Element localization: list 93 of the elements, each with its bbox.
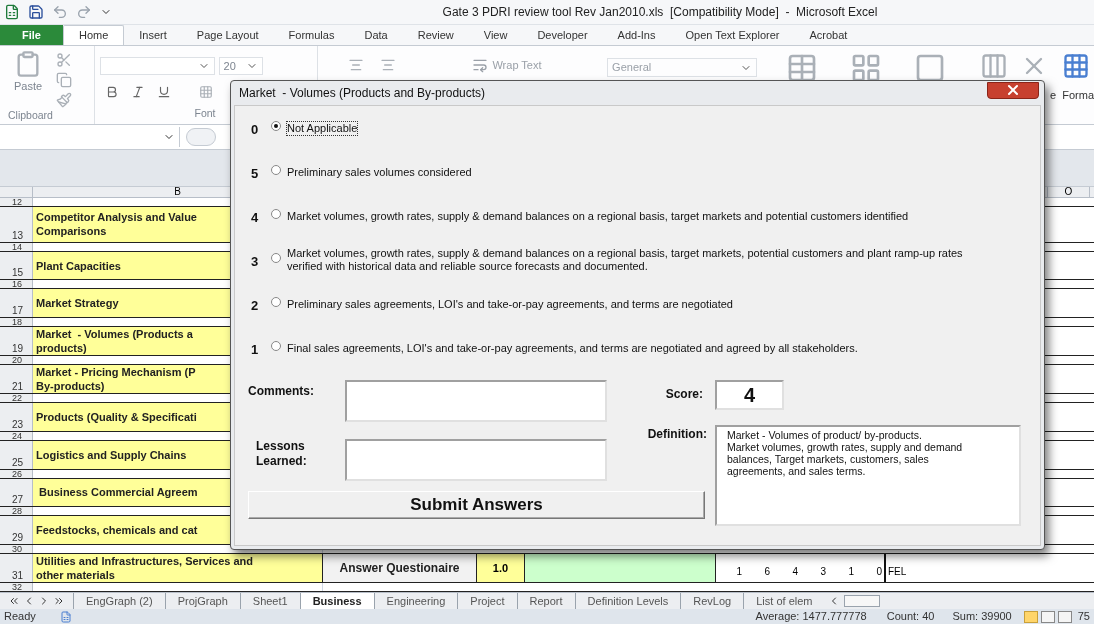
ribbon-tab[interactable]: View xyxy=(468,25,523,45)
status-count: Count: 40 xyxy=(886,609,935,624)
ribbon-tab[interactable]: Review xyxy=(402,25,469,45)
answer-questionaire-cell: Answer Questionaire xyxy=(323,554,477,582)
status-mode: Ready xyxy=(4,609,36,624)
row-number[interactable]: 29 xyxy=(12,532,24,545)
font-name-field[interactable] xyxy=(99,57,215,75)
format-label: Forma xyxy=(1062,88,1094,103)
view-button[interactable] xyxy=(1057,610,1072,623)
ribbon-tab[interactable]: Page Layout xyxy=(181,25,274,45)
row-number[interactable]: 21 xyxy=(12,381,24,394)
view-button[interactable] xyxy=(1023,610,1038,623)
option-score: 4 xyxy=(251,209,260,228)
row-number[interactable]: 25 xyxy=(12,456,24,469)
italic-icon[interactable] xyxy=(130,85,145,99)
table-cell-text: 1 xyxy=(848,565,854,579)
wrap-text-icon xyxy=(472,57,489,74)
underline-icon[interactable] xyxy=(156,85,171,99)
ribbon-tab[interactable]: Data xyxy=(349,25,403,45)
table-cell-text: 0 xyxy=(876,565,882,579)
comments-field[interactable] xyxy=(345,380,607,422)
sheet-tab[interactable]: Business xyxy=(299,593,374,609)
option-score: 3 xyxy=(251,253,260,272)
row-number[interactable]: 13 xyxy=(12,229,24,242)
radio-button[interactable] xyxy=(271,209,281,219)
table-cell-text: 3 xyxy=(820,565,826,579)
formula-button[interactable] xyxy=(186,128,216,146)
radio-button[interactable] xyxy=(271,341,281,351)
redo-icon[interactable] xyxy=(76,4,92,20)
align-icon[interactable] xyxy=(348,57,365,73)
table-cell-text: 4 xyxy=(792,565,798,579)
group-label: Font xyxy=(194,106,217,122)
submit-answers-button[interactable]: Submit Answers xyxy=(248,491,705,519)
ribbon-tab[interactable]: Developer xyxy=(522,25,603,45)
score-field: 4 xyxy=(715,380,784,410)
row-number[interactable]: 27 xyxy=(12,494,24,507)
row-number[interactable]: 31 xyxy=(12,570,24,582)
row-number[interactable]: 15 xyxy=(12,267,24,280)
column-header[interactable]: B xyxy=(174,187,181,197)
radio-button[interactable] xyxy=(271,165,281,175)
table-cell: Utilities and Infrastructures, Services and other materials xyxy=(33,554,323,582)
table-cell-text: 6 xyxy=(764,565,770,579)
last-sheet-icon[interactable] xyxy=(53,595,65,607)
row-number[interactable]: 17 xyxy=(12,305,24,318)
option-score: 2 xyxy=(251,297,260,316)
table-cell-text: FEL xyxy=(888,565,907,579)
close-icon xyxy=(1005,82,1021,98)
row-number[interactable]: 19 xyxy=(12,343,24,356)
close-button[interactable] xyxy=(987,81,1039,99)
option-label[interactable]: Preliminary sales volumes considered xyxy=(287,165,472,179)
save-icon[interactable] xyxy=(28,4,44,20)
zoom-level[interactable]: 75 xyxy=(1077,608,1090,624)
row-number[interactable]: 23 xyxy=(12,418,24,431)
option-score: 5 xyxy=(251,165,260,184)
undo-icon[interactable] xyxy=(52,4,68,20)
ribbon-label: e xyxy=(1050,88,1057,103)
group-label: Clipboard xyxy=(7,108,54,123)
option-score: 0 xyxy=(251,121,260,140)
cut-icon[interactable] xyxy=(56,52,72,68)
ribbon-tab[interactable]: Add-Ins xyxy=(602,25,671,45)
view-button[interactable] xyxy=(1040,610,1055,623)
excel-logo-icon xyxy=(4,4,20,20)
borders-icon[interactable] xyxy=(198,85,213,99)
file-tab[interactable]: File xyxy=(0,25,63,45)
dialog-title: Market - Volumes (Products and By-products) xyxy=(239,85,486,102)
paste-button[interactable]: Paste xyxy=(8,50,48,108)
table-cell-text: 1 xyxy=(736,565,742,579)
radio-button[interactable] xyxy=(271,297,281,307)
ribbon-tab[interactable]: Open Text Explorer xyxy=(670,25,795,45)
lessons-learned-label: Lessons Learned: xyxy=(255,439,308,469)
status-average: Average: 1477.777778 xyxy=(755,609,867,624)
definition-label: Definition: xyxy=(646,426,708,443)
score-label: Score: xyxy=(664,386,704,403)
format-painter-icon[interactable] xyxy=(56,92,72,108)
format-cells-icon[interactable] xyxy=(1062,52,1091,80)
option-label[interactable]: Not Applicable xyxy=(287,121,358,135)
ribbon-tab[interactable]: Insert xyxy=(124,25,182,45)
ribbon-tab[interactable]: Home xyxy=(62,25,125,45)
ribbon-tab[interactable]: Formulas xyxy=(273,25,350,45)
copy-icon[interactable] xyxy=(56,72,72,88)
definition-field: Market - Volumes of product/ by-products. Market volumes, growth rates, supply and demand balances, Target markets, customers, sales agreements, and sales terms. xyxy=(715,425,1021,526)
horizontal-scrollbar[interactable] xyxy=(844,595,881,607)
radio-button[interactable] xyxy=(271,253,281,263)
table-cell: 1.0 xyxy=(477,554,525,582)
first-sheet-icon[interactable] xyxy=(8,595,20,607)
window-title: Gate 3 PDRI review tool Rev Jan2010.xls [Compatibility Mode] - Microsoft Excel xyxy=(442,4,878,21)
status-sum: Sum: 39900 xyxy=(952,609,1012,624)
radio-button[interactable] xyxy=(271,121,281,131)
column-header[interactable]: O xyxy=(1064,187,1073,197)
align-icon[interactable] xyxy=(380,57,397,73)
lessons-learned-field[interactable] xyxy=(345,439,607,481)
ribbon-tab[interactable]: Acrobat xyxy=(794,25,863,45)
font-size-field[interactable]: 20 xyxy=(218,57,263,75)
